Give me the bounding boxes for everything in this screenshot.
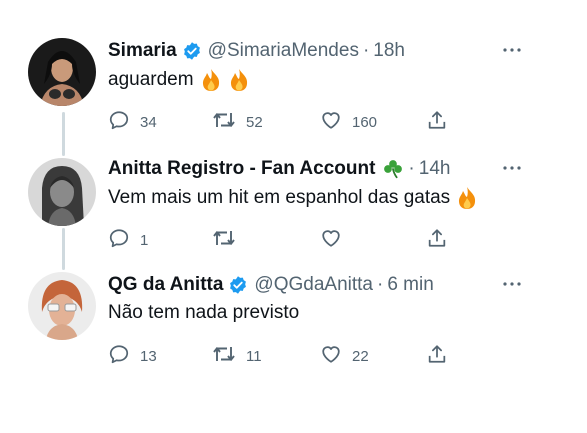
reply-icon <box>108 109 130 135</box>
retweet-button[interactable]: 52 <box>212 110 263 134</box>
like-count: 160 <box>352 113 378 131</box>
tweet-text: aguardem <box>108 69 194 90</box>
more-options-icon[interactable] <box>501 40 523 60</box>
retweet-icon <box>212 343 236 369</box>
reply-icon <box>108 343 130 369</box>
timestamp[interactable]: 18h <box>373 40 405 62</box>
retweet-button[interactable]: 11 <box>212 344 262 368</box>
heart-icon <box>320 109 342 135</box>
retweet-count: 11 <box>246 347 262 365</box>
author-handle[interactable]: @QGdaAnitta <box>254 274 373 296</box>
retweet-button[interactable] <box>212 228 246 252</box>
verified-badge-icon <box>182 41 202 61</box>
separator: · <box>377 274 384 295</box>
separator: · <box>408 158 415 179</box>
tweet-text: Não tem nada previsto <box>108 302 300 323</box>
like-button[interactable] <box>320 228 352 252</box>
tweet-text: Vem mais um hit em espanhol das gatas <box>108 187 451 208</box>
avatar[interactable] <box>28 38 96 106</box>
more-options-icon[interactable] <box>501 274 523 294</box>
retweet-icon <box>212 227 236 253</box>
fire-emoji-icon <box>200 68 222 92</box>
reply-button[interactable]: 34 <box>108 110 157 134</box>
like-count: 22 <box>352 347 369 365</box>
avatar[interactable] <box>28 272 96 340</box>
share-icon <box>426 109 448 135</box>
avatar[interactable] <box>28 158 96 226</box>
retweet-count: 52 <box>246 113 263 131</box>
author-name[interactable]: Anitta Registro - Fan Account <box>108 158 375 180</box>
share-button[interactable] <box>426 344 448 368</box>
fire-emoji-icon <box>456 186 478 210</box>
tweet[interactable]: QG da Anitta @QGdaAnitta · 6 min Não tem… <box>0 272 587 372</box>
more-options-icon[interactable] <box>501 158 523 178</box>
tweet[interactable]: Simaria @SimariaMendes · 18h aguardem 34… <box>0 38 587 138</box>
timestamp[interactable]: 14h <box>419 158 451 180</box>
share-icon <box>426 227 448 253</box>
heart-icon <box>320 343 342 369</box>
author-name[interactable]: QG da Anitta <box>108 274 223 296</box>
share-button[interactable] <box>426 228 448 252</box>
reply-icon <box>108 227 130 253</box>
reply-count: 34 <box>140 113 157 131</box>
reply-count: 13 <box>140 347 157 365</box>
timestamp[interactable]: 6 min <box>387 274 433 296</box>
like-button[interactable]: 160 <box>320 110 377 134</box>
author-handle[interactable]: @SimariaMendes <box>208 40 359 62</box>
separator: · <box>362 40 370 61</box>
author-name[interactable]: Simaria <box>108 40 177 62</box>
reply-button[interactable]: 13 <box>108 344 157 368</box>
reply-count: 1 <box>140 231 149 249</box>
share-icon <box>426 343 448 369</box>
verified-badge-icon <box>228 275 248 295</box>
heart-icon <box>320 227 342 253</box>
reply-button[interactable]: 1 <box>108 228 148 252</box>
share-button[interactable] <box>426 110 448 134</box>
shamrock-icon <box>382 158 404 180</box>
like-button[interactable]: 22 <box>320 344 369 368</box>
fire-emoji-icon <box>228 68 250 92</box>
tweet[interactable]: Anitta Registro - Fan Account · 14h Vem … <box>0 156 587 256</box>
retweet-icon <box>212 109 236 135</box>
